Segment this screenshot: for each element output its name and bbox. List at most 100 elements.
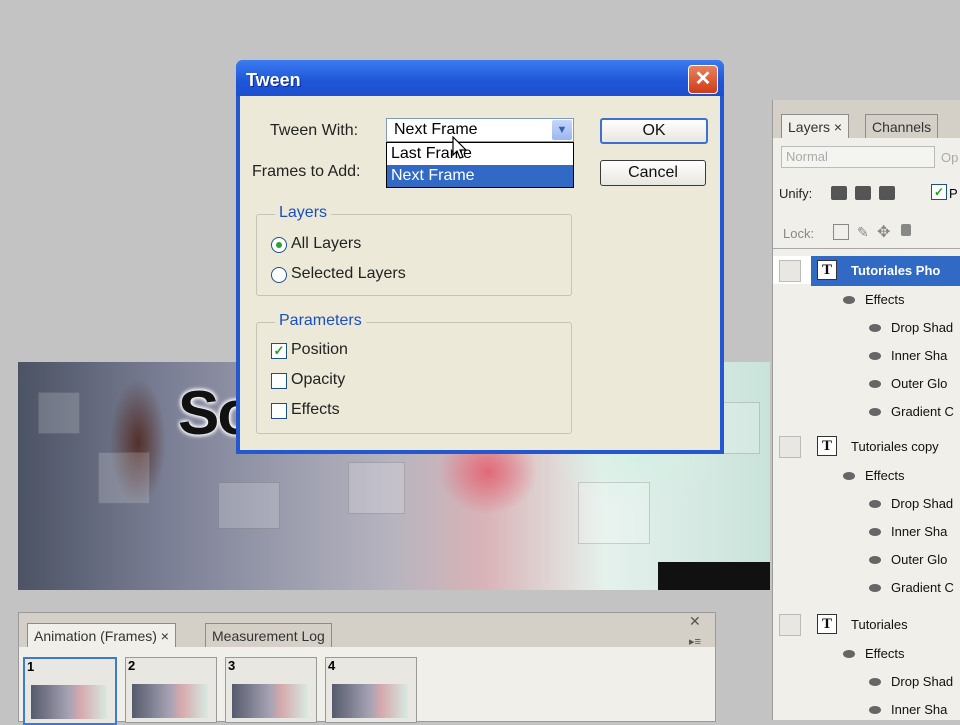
effect-row[interactable]: Outer Glo: [773, 546, 960, 574]
layer-name[interactable]: Tutoriales Pho: [851, 263, 940, 278]
text-layer-icon: T: [817, 436, 837, 456]
layer-visibility-toggle[interactable]: [779, 260, 801, 282]
tab-layers[interactable]: Layers ×: [781, 114, 850, 139]
lock-label: Lock:: [783, 226, 815, 241]
parameters-group-title: Parameters: [275, 312, 366, 330]
close-button[interactable]: ✕: [688, 65, 718, 94]
propagate-checkbox[interactable]: ✓: [931, 184, 947, 200]
eye-icon[interactable]: [869, 408, 881, 416]
effect-row[interactable]: Inner Sha: [773, 518, 960, 546]
tab-animation-frames[interactable]: Animation (Frames) ×: [27, 623, 176, 648]
divider: [773, 248, 960, 249]
eye-icon[interactable]: [869, 324, 881, 332]
eye-icon[interactable]: [843, 472, 855, 480]
layers-group-title: Layers: [275, 204, 332, 222]
frame-thumbnail[interactable]: 1: [23, 657, 117, 725]
eye-icon[interactable]: [843, 296, 855, 304]
effect-name: Gradient C: [891, 404, 954, 419]
eye-icon[interactable]: [869, 528, 881, 536]
mouse-cursor-icon: [452, 136, 468, 159]
blend-mode-select[interactable]: Normal: [781, 146, 935, 168]
layer-visibility-toggle[interactable]: [779, 436, 801, 458]
effect-row[interactable]: Gradient C: [773, 574, 960, 602]
chevron-down-icon[interactable]: ▼: [552, 120, 572, 140]
frame-thumbnail[interactable]: 3: [225, 657, 317, 723]
layer-name[interactable]: Tutoriales: [851, 617, 908, 632]
tab-channels[interactable]: Channels: [865, 114, 939, 139]
frame-preview: [332, 684, 408, 718]
all-layers-label[interactable]: All Layers: [291, 235, 361, 253]
panel-close-icon[interactable]: ✕: [689, 613, 701, 630]
effect-row[interactable]: Drop Shad: [773, 490, 960, 518]
layer-effects-row[interactable]: Effects: [773, 640, 960, 668]
layer-row[interactable]: T Tutoriales copy: [773, 432, 960, 460]
frame-preview: [132, 684, 208, 718]
frame-thumbnail[interactable]: 2: [125, 657, 217, 723]
frame-number: 3: [228, 658, 236, 673]
lock-paint-icon[interactable]: ✎: [857, 224, 869, 241]
eye-icon[interactable]: [869, 352, 881, 360]
opacity-label: Op: [941, 150, 959, 165]
layer-visibility-toggle[interactable]: [779, 614, 801, 636]
effect-row[interactable]: Inner Sha: [773, 342, 960, 370]
parameters-group: Parameters ✓ Position Opacity Effects: [256, 312, 572, 434]
unify-position-icon[interactable]: [831, 186, 847, 200]
canvas-cube: [348, 462, 405, 514]
frame-number: 2: [128, 658, 136, 673]
layer-effects-row[interactable]: Effects: [773, 286, 960, 314]
frame-number: 4: [328, 658, 336, 673]
opacity-label[interactable]: Opacity: [291, 371, 345, 389]
effect-row[interactable]: Gradient C: [773, 398, 960, 426]
canvas-cube: [98, 452, 150, 504]
canvas-cube: [578, 482, 650, 544]
eye-icon[interactable]: [869, 556, 881, 564]
tween-with-select[interactable]: Next Frame ▼: [386, 118, 574, 142]
effect-name: Inner Sha: [891, 524, 948, 539]
close-icon: ✕: [694, 68, 712, 90]
unify-style-icon[interactable]: [879, 186, 895, 200]
effect-row[interactable]: Outer Glo: [773, 370, 960, 398]
effect-row[interactable]: Drop Shad: [773, 314, 960, 342]
cancel-button[interactable]: Cancel: [600, 160, 706, 186]
eye-icon[interactable]: [843, 650, 855, 658]
canvas-cube: [38, 392, 80, 434]
frame-thumbnail[interactable]: 4: [325, 657, 417, 723]
tab-measurement-log[interactable]: Measurement Log: [205, 623, 332, 648]
layers-group: Layers All Layers Selected Layers: [256, 204, 572, 296]
canvas-cube: [218, 482, 280, 529]
tween-with-label: Tween With:: [270, 122, 359, 139]
dropdown-option-next-frame[interactable]: Next Frame: [387, 165, 573, 187]
selected-layers-radio[interactable]: [271, 267, 287, 283]
lock-move-icon[interactable]: ✥: [877, 222, 890, 242]
layer-row[interactable]: T Tutoriales: [773, 610, 960, 638]
effects-checkbox[interactable]: [271, 403, 287, 419]
layer-name[interactable]: Tutoriales copy: [851, 439, 939, 454]
selected-layers-label[interactable]: Selected Layers: [291, 265, 406, 283]
layer-row[interactable]: T Tutoriales Pho: [773, 256, 960, 286]
tween-with-dropdown: Last Frame Next Frame: [386, 142, 574, 188]
effect-name: Drop Shad: [891, 674, 954, 689]
unify-visibility-icon[interactable]: [855, 186, 871, 200]
lock-all-icon[interactable]: [901, 224, 911, 236]
eye-icon[interactable]: [869, 706, 881, 714]
effect-row[interactable]: Drop Shad: [773, 668, 960, 696]
eye-icon[interactable]: [869, 678, 881, 686]
dialog-titlebar[interactable]: Tween ✕: [236, 60, 724, 96]
position-label[interactable]: Position: [291, 341, 348, 359]
ok-button[interactable]: OK: [600, 118, 708, 144]
layer-effects-row[interactable]: Effects: [773, 462, 960, 490]
frame-number: 1: [27, 659, 35, 674]
dropdown-option-last-frame[interactable]: Last Frame: [387, 143, 573, 165]
all-layers-radio[interactable]: [271, 237, 287, 253]
effects-label[interactable]: Effects: [291, 401, 340, 419]
eye-icon[interactable]: [869, 584, 881, 592]
unify-label: Unify:: [779, 186, 813, 201]
lock-transparency-icon[interactable]: [833, 224, 849, 240]
position-checkbox[interactable]: ✓: [271, 343, 287, 359]
frames-to-add-label: Frames to Add:: [252, 163, 361, 180]
eye-icon[interactable]: [869, 500, 881, 508]
opacity-checkbox[interactable]: [271, 373, 287, 389]
text-layer-icon: T: [817, 614, 837, 634]
eye-icon[interactable]: [869, 380, 881, 388]
effect-name: Drop Shad: [891, 496, 954, 511]
